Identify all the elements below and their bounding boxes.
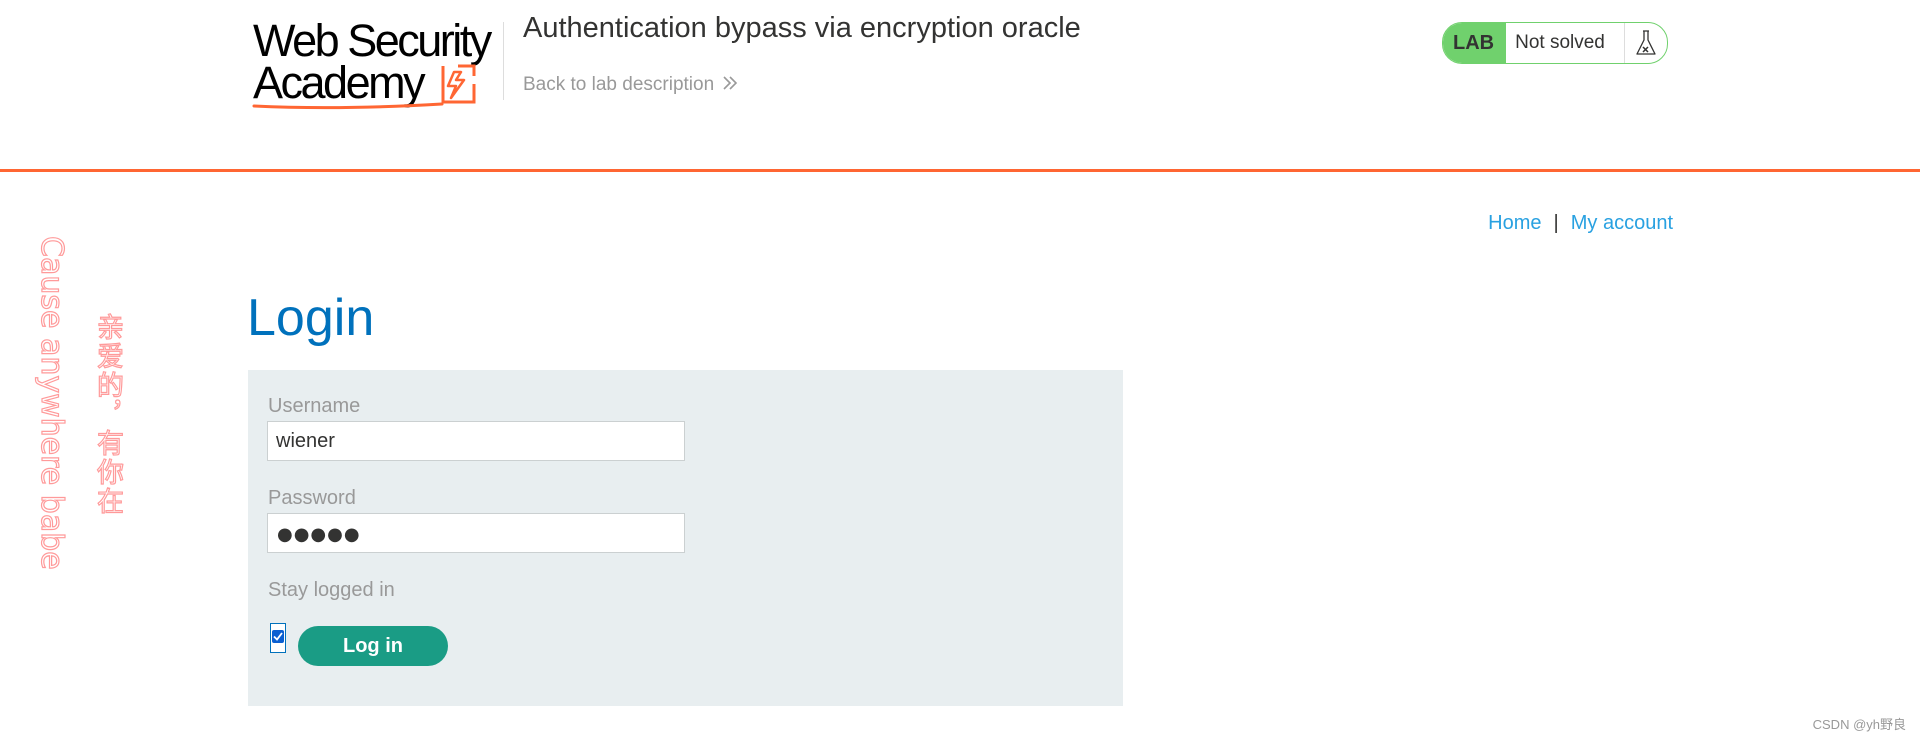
back-to-lab-description-link[interactable]: Back to lab description: [523, 74, 738, 96]
lab-badge: LAB: [1443, 23, 1507, 63]
watermark-credit: CSDN @yh野良: [1812, 717, 1906, 732]
header-divider: [503, 22, 504, 100]
back-link-label: Back to lab description: [523, 74, 715, 95]
nav-home-link[interactable]: Home: [1488, 212, 1541, 234]
lightning-bolt-icon: [252, 64, 476, 110]
nav-separator: |: [1553, 212, 1559, 234]
checkmark-icon: [273, 632, 283, 641]
double-chevron-right-icon: [723, 76, 738, 91]
flask-icon-graphic: [1636, 30, 1656, 55]
password-mask: ●●●●●: [277, 524, 361, 545]
nav-my-account-link[interactable]: My account: [1571, 212, 1673, 234]
account-nav: Home | My account: [1488, 212, 1673, 235]
password-label: Password: [268, 487, 356, 509]
web-security-academy-logo[interactable]: Web Security Academy: [250, 18, 500, 113]
login-form: Username Password ●●●●● Stay logged in L…: [248, 370, 1123, 706]
lab-status-widget: LAB Not solved: [1442, 22, 1668, 64]
log-in-button[interactable]: Log in: [298, 626, 448, 666]
watermark-english: Cause anywhere babe: [33, 235, 69, 570]
stay-logged-in-checkbox[interactable]: [270, 623, 286, 653]
lab-status-text: Not solved: [1506, 23, 1625, 63]
flask-icon[interactable]: [1625, 23, 1667, 63]
password-input[interactable]: ●●●●●: [267, 513, 685, 553]
checkbox-checked-indicator: [272, 630, 284, 643]
page-title: Login: [247, 289, 375, 347]
username-input[interactable]: [267, 421, 685, 461]
lab-title: Authentication bypass via encryption ora…: [523, 12, 1081, 44]
site-header: Web Security Academy Authentication bypa…: [0, 0, 1920, 172]
stay-logged-in-label: Stay logged in: [268, 579, 395, 601]
username-label: Username: [268, 395, 361, 417]
watermark-chinese: 亲爱的，有你在: [91, 312, 123, 516]
